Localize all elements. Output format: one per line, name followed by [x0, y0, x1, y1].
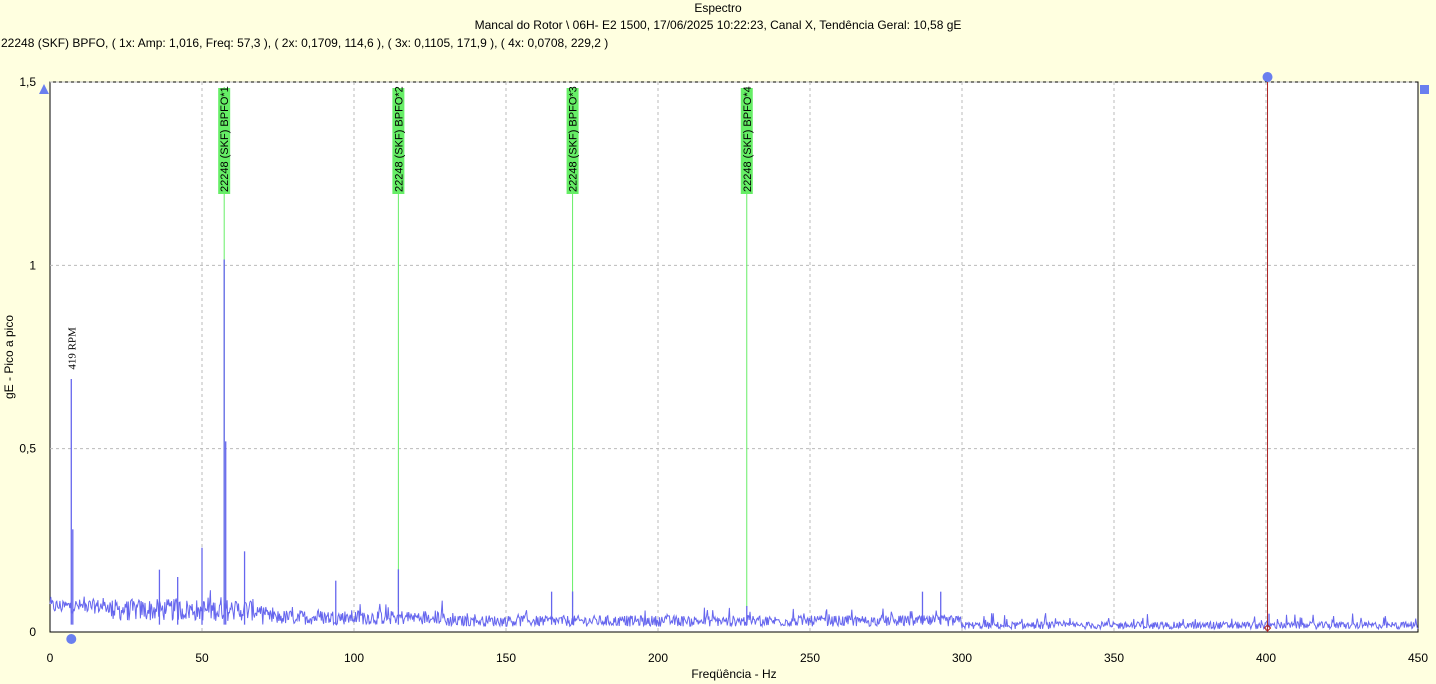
- x-axis-ticks: 0 50 100 150 200 250 300 350 400 450: [47, 651, 1429, 665]
- x-tick-label: 250: [800, 651, 820, 665]
- x-tick-label: 300: [952, 651, 972, 665]
- y-tick-label: 0,5: [19, 442, 36, 456]
- x-tick-label: 150: [496, 651, 516, 665]
- y-tick-label: 1: [29, 258, 36, 272]
- y-axis-label: gE - Pico a pico: [2, 315, 16, 399]
- plot-area[interactable]: [49, 81, 1419, 633]
- right-scale-handle[interactable]: [1420, 85, 1429, 94]
- x-tick-label: 450: [1408, 651, 1428, 665]
- rpm-annotation: 419 RPM: [66, 327, 78, 370]
- y-tick-label: 1,5: [19, 75, 36, 89]
- x-tick-label: 100: [344, 651, 364, 665]
- bpfo-marker-label: 22248 (SKF) BPFO*1: [219, 86, 231, 192]
- spectrum-chart[interactable]: 22248 (SKF) BPFO*1 22248 (SKF) BPFO*2 2224…: [0, 0, 1436, 684]
- bpfo-marker-label: 22248 (SKF) BPFO*4: [742, 86, 754, 192]
- bpfo-marker-label: 22248 (SKF) BPFO*3: [568, 86, 580, 192]
- cursor-top-handle[interactable]: [1262, 72, 1273, 82]
- x-tick-label: 50: [195, 651, 209, 665]
- y-scale-up-handle[interactable]: [39, 84, 49, 94]
- y-axis-ticks: 0 0,5 1 1,5: [19, 75, 36, 639]
- y-tick-label: 0: [29, 625, 36, 639]
- x-tick-label: 350: [1104, 651, 1124, 665]
- bpfo-marker-label: 22248 (SKF) BPFO*2: [393, 86, 405, 192]
- x-tick-label: 200: [648, 651, 668, 665]
- harmonic-cursor-handle[interactable]: [66, 634, 77, 644]
- x-tick-label: 0: [47, 651, 54, 665]
- x-axis-label: Freqüência - Hz: [691, 667, 776, 681]
- x-tick-label: 400: [1256, 651, 1276, 665]
